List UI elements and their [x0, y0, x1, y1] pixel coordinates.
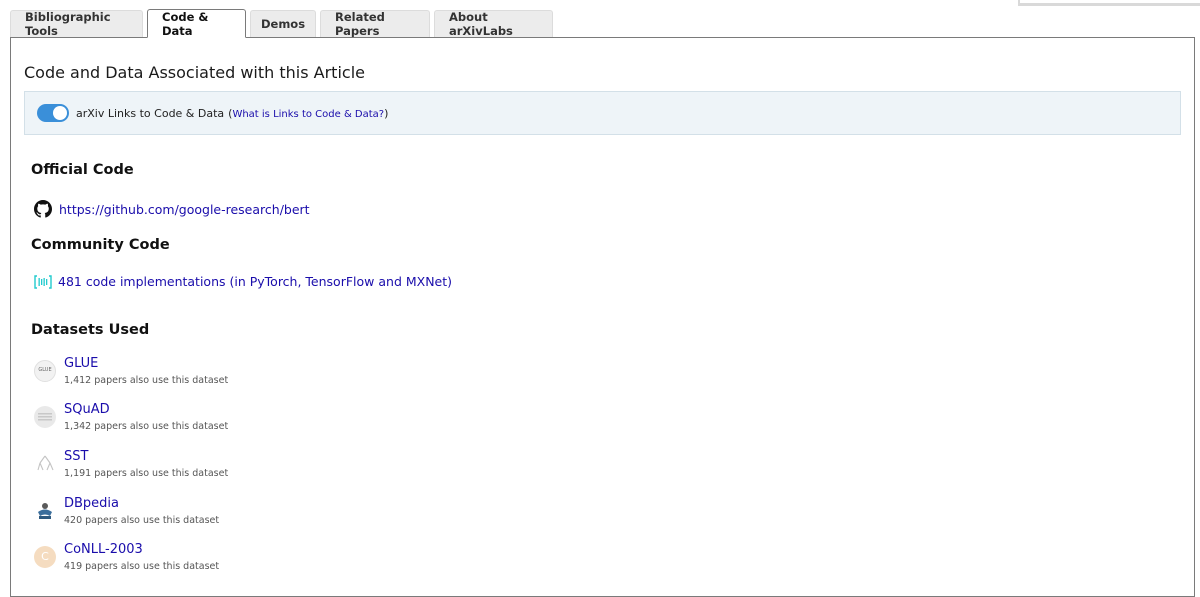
glue-thumbnail-text: GLUE [38, 367, 52, 373]
dataset-link-glue[interactable]: GLUE [64, 356, 98, 371]
tab-demos[interactable]: Demos [250, 10, 316, 37]
code-links-toggle-switch[interactable] [37, 104, 69, 122]
dataset-link-dbpedia[interactable]: DBpedia [64, 496, 119, 511]
squad-dataset-thumbnail [34, 406, 56, 428]
tab-code-data[interactable]: Code & Data [147, 9, 246, 38]
code-links-toggle-bar: arXiv Links to Code & Data (What is Link… [24, 91, 1181, 135]
dataset-count-glue: 1,412 papers also use this dataset [64, 375, 229, 386]
dbpedia-logo-graphic [38, 503, 52, 519]
dataset-count-conll-2003: 419 papers also use this dataset [64, 561, 220, 572]
sst-dataset-thumbnail [34, 453, 56, 475]
dataset-link-squad[interactable]: SQuAD [64, 402, 110, 417]
datasets-used-heading: Datasets Used [31, 322, 150, 338]
community-code-heading: Community Code [31, 237, 170, 253]
panel-title: Code and Data Associated with this Artic… [24, 63, 365, 82]
dataset-link-conll-2003[interactable]: CoNLL-2003 [64, 542, 143, 557]
dataset-count-squad: 1,342 papers also use this dataset [64, 421, 229, 432]
glue-dataset-thumbnail: GLUE [34, 360, 56, 382]
code-data-panel: Code and Data Associated with this Artic… [10, 37, 1195, 597]
dbpedia-dataset-thumbnail [34, 500, 56, 522]
dataset-count-dbpedia: 420 papers also use this dataset [64, 515, 220, 526]
official-code-link[interactable]: https://github.com/google-research/bert [59, 202, 310, 217]
community-code-row: 481 code implementations (in PyTorch, Te… [34, 274, 452, 289]
dataset-count-sst: 1,191 papers also use this dataset [64, 468, 229, 479]
tab-bibliographic-tools[interactable]: Bibliographic Tools [10, 10, 143, 38]
tab-about-arxivlabs[interactable]: About arXivLabs [434, 10, 553, 38]
toggle-knob [53, 106, 67, 120]
official-code-heading: Official Code [31, 162, 134, 178]
toggle-help-wrapper: (What is Links to Code & Data?) [228, 107, 388, 120]
conll-2003-dataset-thumbnail: C [34, 546, 56, 568]
what-is-links-link[interactable]: What is Links to Code & Data? [232, 109, 384, 120]
squad-thumbnail-graphic [38, 413, 52, 421]
tab-bar: Bibliographic Tools Code & Data Demos Re… [10, 9, 557, 38]
official-code-row: https://github.com/google-research/bert [34, 200, 310, 218]
paren-close: ) [384, 106, 389, 120]
github-icon [34, 200, 52, 218]
community-code-link[interactable]: 481 code implementations (in PyTorch, Te… [58, 274, 452, 289]
papers-with-code-icon [34, 274, 52, 289]
tab-related-papers[interactable]: Related Papers [320, 10, 430, 38]
dataset-link-sst[interactable]: SST [64, 449, 88, 464]
sst-tree-graphic [37, 455, 54, 471]
top-right-frame-edge [1018, 0, 1200, 6]
conll-thumbnail-letter: C [41, 550, 49, 563]
toggle-label: arXiv Links to Code & Data [76, 106, 225, 120]
